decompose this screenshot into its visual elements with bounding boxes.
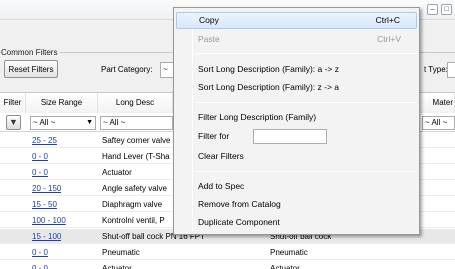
size-range-link[interactable]: 25 - 25 xyxy=(32,133,57,148)
column-header-long-description[interactable]: Long Desc xyxy=(98,93,173,113)
part-type-label: t Type: xyxy=(424,65,448,74)
family-description-cell: Actuator xyxy=(270,264,300,269)
size-range-link[interactable]: 100 - 100 xyxy=(32,213,66,228)
filter-long-description-item[interactable]: Filter Long Description (Family) xyxy=(176,109,417,126)
size-range-link[interactable]: 0 - 0 xyxy=(32,245,48,260)
menu-separator xyxy=(196,53,417,54)
menu-separator xyxy=(196,102,417,103)
size-range-link[interactable]: 0 - 0 xyxy=(32,165,48,180)
sort-za-menu-item[interactable]: Sort Long Description (Family): z -> a xyxy=(176,79,417,96)
part-category-label: Part Category: xyxy=(101,65,153,74)
table-row[interactable]: 0 - 0 Actuator Actuator xyxy=(0,261,455,269)
material-filter-value: ~ All ~ xyxy=(425,118,448,127)
size-range-link[interactable]: 0 - 0 xyxy=(32,261,48,269)
chevron-down-icon: ▼ xyxy=(86,119,93,126)
material-filter[interactable]: ~ All ~ xyxy=(422,116,455,130)
maximize-button[interactable]: □ xyxy=(441,4,452,15)
reset-filters-button[interactable]: Reset Filters xyxy=(4,60,58,78)
common-filters-title: Common Filters xyxy=(1,48,61,57)
column-header-size-range[interactable]: Size Range xyxy=(26,93,98,113)
sort-az-menu-item[interactable]: Sort Long Description (Family): a -> z xyxy=(176,61,417,78)
size-range-filter-value: ~ All ~ xyxy=(33,118,56,127)
paste-shortcut: Ctrl+V xyxy=(377,34,401,44)
table-row[interactable]: 0 - 0 Pneumatic Pneumatic xyxy=(0,245,455,260)
size-range-link[interactable]: 15 - 50 xyxy=(32,197,57,212)
copy-menu-item[interactable]: Copy Ctrl+C xyxy=(176,12,417,29)
remove-from-catalog-menu-item[interactable]: Remove from Catalog xyxy=(176,196,417,213)
family-description-cell: Pneumatic xyxy=(270,248,308,257)
paste-label: Paste xyxy=(198,34,220,44)
size-range-filter[interactable]: ~ All ~ ▼ xyxy=(30,116,96,130)
filter-for-input[interactable] xyxy=(253,129,327,144)
long-description-cell: Angle safety valve xyxy=(102,184,167,193)
copy-shortcut: Ctrl+C xyxy=(375,15,400,25)
long-description-cell: Pneumatic xyxy=(102,248,140,257)
long-description-filter[interactable]: ~ All ~ xyxy=(100,116,173,130)
size-range-link[interactable]: 15 - 100 xyxy=(32,229,61,244)
long-description-cell: Actuator xyxy=(102,168,132,177)
part-type-dropdown[interactable] xyxy=(447,62,455,78)
clear-filters-menu-item[interactable]: Clear Filters xyxy=(176,148,417,165)
size-range-link[interactable]: 0 - 0 xyxy=(32,149,48,164)
funnel-icon[interactable]: ▼ xyxy=(6,115,21,130)
menu-separator xyxy=(196,171,417,172)
column-header-material[interactable]: Mater xyxy=(420,93,455,113)
minimize-button[interactable]: – xyxy=(427,4,438,15)
add-to-spec-menu-item[interactable]: Add to Spec xyxy=(176,178,417,195)
paste-menu-item[interactable]: Paste Ctrl+V xyxy=(176,31,417,48)
context-menu: Copy Ctrl+C Paste Ctrl+V Sort Long Descr… xyxy=(173,7,420,235)
long-description-cell: Hand Lever (T-Sha xyxy=(102,152,170,161)
size-range-link[interactable]: 20 - 150 xyxy=(32,181,61,196)
long-description-cell: Actuator xyxy=(102,264,132,269)
long-description-filter-value: ~ All ~ xyxy=(103,118,126,127)
duplicate-component-menu-item[interactable]: Duplicate Component xyxy=(176,214,417,231)
column-header-filter[interactable]: Filter xyxy=(0,93,26,113)
copy-label: Copy xyxy=(199,15,219,25)
long-description-cell: Diaphragm valve xyxy=(102,200,163,209)
long-description-cell: Saftey corner valve xyxy=(102,136,171,145)
long-description-cell: Kontrolní ventil, P xyxy=(102,216,165,225)
